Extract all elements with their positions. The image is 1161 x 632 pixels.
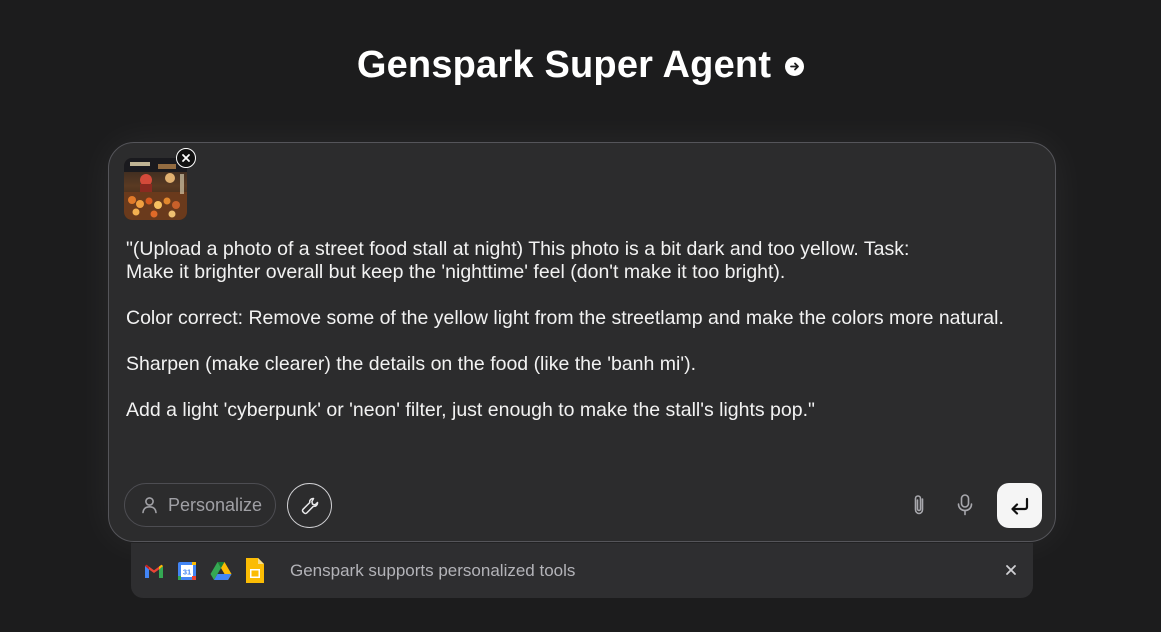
remove-attachment-button[interactable] xyxy=(176,148,196,168)
header: Genspark Super Agent xyxy=(0,40,1161,90)
close-icon xyxy=(182,154,190,162)
dismiss-tools-bar-button[interactable] xyxy=(1003,562,1019,578)
prompt-line: Sharpen (make clearer) the details on th… xyxy=(126,353,696,375)
prompt-line: Add a light 'cyberpunk' or 'neon' filter… xyxy=(126,399,815,421)
personalize-label: Personalize xyxy=(168,494,263,515)
prompt-composer: "(Upload a photo of a street food stall … xyxy=(108,142,1056,542)
google-sheets-icon[interactable] xyxy=(245,557,265,584)
arrow-right-circle-icon[interactable] xyxy=(785,56,805,76)
tools-button[interactable] xyxy=(287,483,332,528)
prompt-line: Color correct: Remove some of the yellow… xyxy=(126,307,1004,329)
person-icon xyxy=(142,497,157,514)
attach-file-button[interactable] xyxy=(907,492,931,518)
google-calendar-icon[interactable]: 31 xyxy=(177,561,197,581)
personalized-tools-bar: 31 Genspark supports personalized tools xyxy=(131,543,1033,598)
page-title: Genspark Super Agent xyxy=(356,43,772,86)
prompt-line: Make it brighter overall but keep the 'n… xyxy=(126,261,786,283)
connected-apps: 31 xyxy=(144,557,265,584)
personalize-button[interactable]: Personalize xyxy=(124,483,276,527)
svg-text:31: 31 xyxy=(183,567,191,576)
prompt-line: "(Upload a photo of a street food stall … xyxy=(126,238,910,260)
attached-image-thumbnail[interactable] xyxy=(124,158,187,220)
paperclip-icon xyxy=(914,495,924,515)
wrench-icon xyxy=(301,497,318,514)
google-drive-icon[interactable] xyxy=(210,561,232,580)
tools-bar-message: Genspark supports personalized tools xyxy=(290,561,576,580)
send-button[interactable] xyxy=(997,483,1042,528)
close-icon xyxy=(1006,565,1016,575)
microphone-icon xyxy=(957,494,973,516)
enter-arrow-icon xyxy=(1010,497,1028,515)
voice-input-button[interactable] xyxy=(953,492,977,518)
gmail-icon[interactable] xyxy=(144,563,164,579)
prompt-textarea[interactable]: "(Upload a photo of a street food stall … xyxy=(126,238,1041,422)
